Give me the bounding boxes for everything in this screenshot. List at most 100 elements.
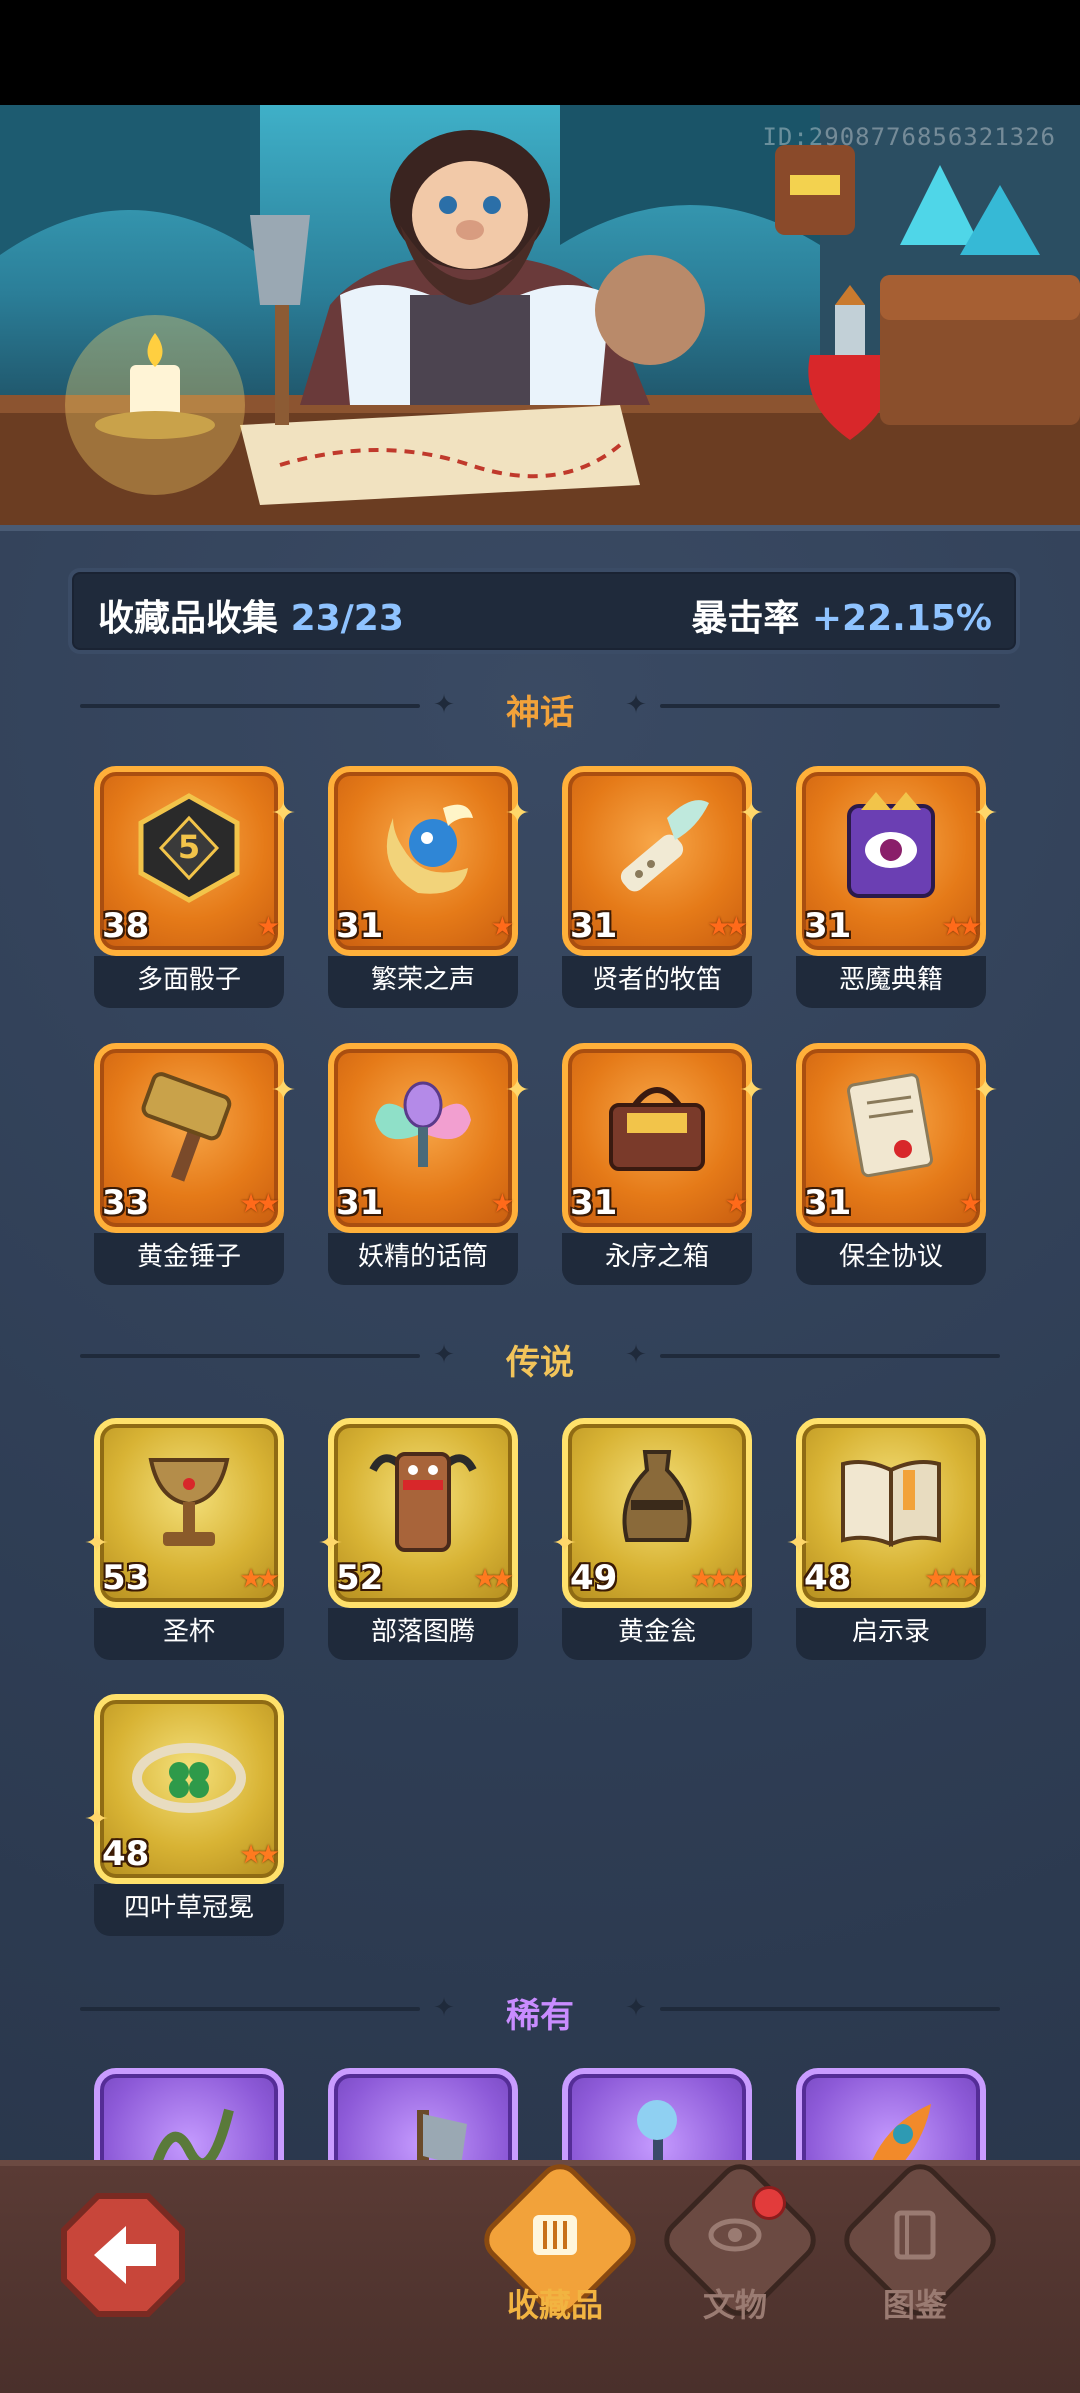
- section-title: 稀有: [506, 1996, 574, 2036]
- tab-collectibles[interactable]: 收藏品: [475, 2155, 645, 2325]
- collection-title-text: 收藏品收集: [98, 598, 279, 639]
- collectible-card[interactable]: ✦ 33 ★★ 黄金锤子: [94, 1043, 296, 1293]
- card-name: 繁荣之声: [328, 956, 518, 1008]
- star-icon: ★★: [239, 1840, 280, 1870]
- section-header-legendary: ✦ 传说 ✦: [80, 1335, 1000, 1383]
- collectible-card[interactable]: ✦ 31 ★ 永序之箱: [562, 1043, 764, 1293]
- sparkle-icon: ✦: [625, 690, 647, 720]
- star-icon: ★★: [473, 1564, 514, 1594]
- tab-codex[interactable]: 图鉴: [835, 2155, 1005, 2325]
- star-icon: ★: [490, 912, 514, 942]
- crit-bonus-value: +22.15%: [811, 598, 992, 639]
- demon-book-icon: [847, 792, 935, 898]
- star-icon: ★★: [707, 912, 748, 942]
- card-level: 49: [570, 1558, 618, 1598]
- tab-label: 图鉴: [882, 2286, 947, 2324]
- hammer-icon: [141, 1072, 232, 1182]
- collectible-card[interactable]: ✦ 53 ★★ 圣杯: [84, 1418, 284, 1668]
- sparkle-icon: ✦: [84, 1802, 110, 1837]
- svg-text:5: 5: [178, 828, 200, 866]
- collectible-card[interactable]: 5 ✦ 38 ★ 多面骰子: [94, 766, 296, 1016]
- collectible-card[interactable]: ✦ 48 ★★ 四叶草冠冕: [84, 1694, 284, 1944]
- star-icon: ★★: [239, 1564, 280, 1594]
- sparkle-icon: ✦: [504, 1073, 530, 1108]
- collectible-card[interactable]: [796, 2068, 986, 2160]
- tab-label: 文物: [702, 2286, 767, 2324]
- phoenix-feather-icon: [872, 2104, 931, 2160]
- clover-crown-icon: [132, 1743, 246, 1813]
- sparkle-icon: ✦: [625, 1993, 647, 2023]
- collectible-card[interactable]: ✦ 52 ★★ 部落图腾: [318, 1418, 518, 1668]
- back-arrow-icon: [61, 2193, 185, 2317]
- star-icon: ★★: [239, 1189, 280, 1219]
- collection-progress-bar: 收藏品收集 23/23 暴击率 +22.15%: [68, 568, 1020, 654]
- book-icon: [894, 2210, 936, 2260]
- crit-bonus-label: 暴击率: [691, 598, 800, 639]
- collectible-card[interactable]: ✦ 31 ★ 妖精的话筒: [328, 1043, 530, 1293]
- treasure-chest-icon: [609, 1087, 705, 1171]
- card-name: 保全协议: [796, 1233, 986, 1285]
- sparkle-icon: ✦: [270, 796, 296, 831]
- collectible-card[interactable]: ✦ 31 ★★ 贤者的牧笛: [562, 766, 764, 1016]
- sparkle-icon: ✦: [625, 1340, 647, 1370]
- sparkle-icon: ✦: [552, 1526, 578, 1561]
- player-id: ID:2908776856321326: [762, 123, 1056, 151]
- crescent-orb-icon: [386, 804, 473, 894]
- card-level: 31: [804, 1183, 852, 1223]
- tab-label: 收藏品: [506, 2286, 603, 2324]
- tab-artifacts[interactable]: 文物: [655, 2155, 825, 2325]
- collectible-card[interactable]: [562, 2068, 752, 2160]
- divider-line: [660, 1354, 1000, 1358]
- card-name: 妖精的话筒: [328, 1233, 518, 1285]
- sparkle-icon: ✦: [270, 1073, 296, 1108]
- card-name: 四叶草冠冕: [94, 1884, 284, 1936]
- banner-illustration: [0, 105, 1080, 525]
- sparkle-icon: ✦: [786, 1526, 812, 1561]
- card-name: 圣杯: [94, 1608, 284, 1660]
- collectible-card[interactable]: ✦ 31 ★ 繁荣之声: [328, 766, 530, 1016]
- card-level: 48: [804, 1558, 852, 1598]
- sparkle-icon: ✦: [972, 796, 998, 831]
- star-icon: ★: [724, 1189, 748, 1219]
- star-icon: ★★★: [690, 1564, 748, 1594]
- section-title: 传说: [506, 1343, 574, 1383]
- harp-icon: [533, 2215, 577, 2255]
- axe-icon: [417, 2110, 467, 2160]
- star-icon: ★★★: [924, 1564, 982, 1594]
- collectible-card[interactable]: ✦ 31 ★ 保全协议: [796, 1043, 998, 1293]
- sparkle-icon: ✦: [318, 1526, 344, 1561]
- card-name: 部落图腾: [328, 1608, 518, 1660]
- collectible-card[interactable]: ✦ 48 ★★★ 启示录: [786, 1418, 986, 1668]
- scroll-document-icon: [847, 1073, 934, 1178]
- open-book-icon: [841, 1460, 941, 1547]
- star-icon: ★★: [941, 912, 982, 942]
- totem-icon: [369, 1452, 477, 1552]
- card-level: 31: [570, 906, 618, 946]
- card-name: 黄金锤子: [94, 1233, 284, 1285]
- sparkle-icon: ✦: [738, 1073, 764, 1108]
- collectible-card[interactable]: [328, 2068, 518, 2160]
- star-icon: ★: [256, 912, 280, 942]
- collectible-card[interactable]: ✦ 31 ★★ 恶魔典籍: [796, 766, 998, 1016]
- card-level: 31: [336, 1183, 384, 1223]
- card-level: 48: [102, 1834, 150, 1874]
- collection-count: 23/23: [290, 598, 404, 639]
- star-icon: ★: [958, 1189, 982, 1219]
- status-bar: [0, 0, 1080, 105]
- collectible-card[interactable]: ✦ 49 ★★★ 黄金瓮: [552, 1418, 752, 1668]
- collectible-card[interactable]: [94, 2068, 284, 2160]
- sparkle-icon: ✦: [738, 796, 764, 831]
- flute-icon: [620, 800, 709, 892]
- card-level: 38: [102, 906, 150, 946]
- sparkle-icon: ✦: [504, 796, 530, 831]
- back-button[interactable]: [58, 2190, 188, 2320]
- collection-title: 收藏品收集 23/23: [98, 589, 404, 641]
- sparkle-icon: ✦: [972, 1073, 998, 1108]
- card-name: 黄金瓮: [562, 1608, 752, 1660]
- sparkle-icon: ✦: [84, 1526, 110, 1561]
- dice-icon: 5: [138, 793, 240, 903]
- grail-icon: [148, 1458, 230, 1546]
- card-name: 恶魔典籍: [796, 956, 986, 1008]
- card-name: 启示录: [796, 1608, 986, 1660]
- notification-dot: [752, 2186, 786, 2220]
